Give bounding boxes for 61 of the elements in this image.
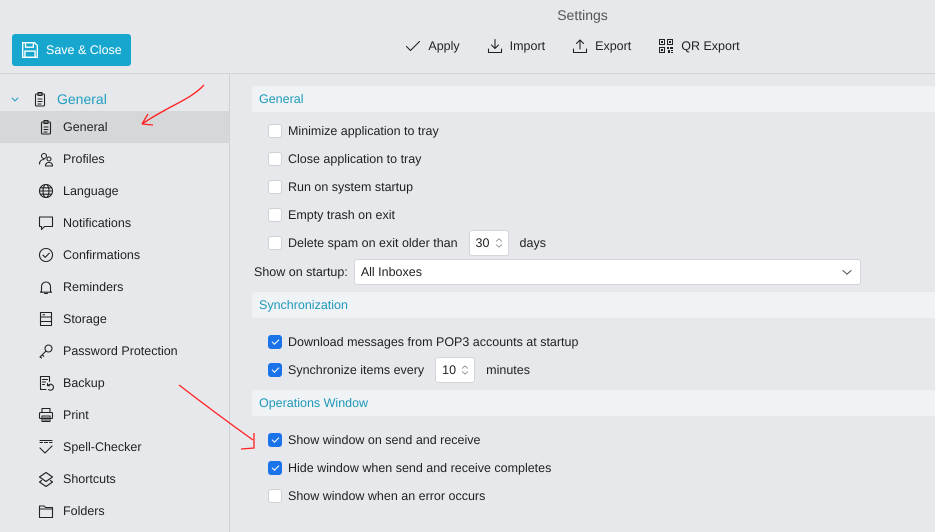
field-label: Show on startup: [254, 265, 348, 279]
unit-label: days [520, 236, 546, 250]
checkbox-label: Delete spam on exit older than [288, 236, 458, 250]
clipboard-icon [38, 119, 54, 135]
people-icon [38, 151, 54, 167]
toolbar-button[interactable]: Apply [405, 38, 460, 54]
sidebar-item[interactable]: Print [0, 399, 229, 431]
sidebar-item[interactable]: Spell-Checker [0, 431, 229, 463]
sidebar-item[interactable]: Language [0, 175, 229, 207]
dropdown[interactable]: All Inboxes [354, 259, 861, 285]
sidebar-item[interactable]: Password Protection [0, 335, 229, 367]
number-spinner[interactable]: 10 [435, 357, 476, 383]
clipboard-icon [32, 91, 48, 107]
checkbox-label: Close application to tray [288, 152, 422, 166]
checkbox-label: Run on system startup [288, 180, 414, 194]
toolbar-button[interactable]: Export [572, 38, 632, 54]
toolbar-button[interactable]: QR Export [658, 38, 740, 54]
checkbox-label: Download messages from POP3 accounts at startup [288, 335, 578, 349]
checkbox[interactable] [268, 335, 282, 349]
download-icon [486, 38, 503, 54]
qr-code-icon [658, 38, 674, 54]
key-icon [38, 343, 54, 359]
section-header: Operations Window [252, 390, 935, 416]
layers-icon [38, 471, 54, 487]
sidebar-item[interactable]: Shortcuts [0, 463, 229, 495]
checkmark-icon [405, 38, 422, 54]
storage-icon [38, 311, 54, 327]
sidebar-item[interactable]: Backup [0, 367, 229, 399]
number-spinner[interactable]: 30 [468, 230, 509, 256]
sidebar-item[interactable]: Profiles [0, 143, 229, 175]
sidebar-item[interactable]: Reminders [0, 271, 229, 303]
checkbox-label: Show window on send and receive [288, 433, 480, 447]
annotation-arrow [141, 84, 204, 126]
sidebar-item[interactable]: Notifications [0, 207, 229, 239]
section-header: General [252, 86, 935, 112]
checkbox-label: Show window when an error occurs [288, 489, 486, 503]
bell-icon [38, 279, 54, 295]
window-title: Settings [557, 7, 608, 23]
checkbox-label: Hide window when send and receive completes [288, 461, 552, 475]
save-icon [21, 41, 39, 59]
unit-label: minutes [486, 363, 530, 377]
speech-bubble-icon [38, 215, 54, 231]
checkbox-label: Minimize application to tray [288, 124, 439, 138]
sidebar-item[interactable]: Confirmations [0, 239, 229, 271]
checkbox-label: Synchronize items every [288, 363, 424, 377]
upload-icon [572, 38, 588, 54]
sidebar-item[interactable]: General [0, 111, 229, 143]
checkbox[interactable] [268, 433, 282, 447]
spell-check-icon [38, 439, 54, 455]
globe-icon [38, 183, 54, 199]
checkbox[interactable] [268, 461, 282, 475]
checkbox-label: Empty trash on exit [288, 208, 395, 222]
check-circle-icon [38, 247, 54, 263]
sidebar-item[interactable]: Folders [0, 495, 229, 527]
sidebar-item[interactable]: Storage [0, 303, 229, 335]
checkbox[interactable] [268, 363, 282, 377]
backup-icon [38, 375, 54, 391]
section-header: Synchronization [252, 292, 935, 318]
printer-icon [38, 407, 54, 423]
folder-icon [38, 503, 54, 519]
toolbar-button[interactable]: Import [486, 38, 546, 54]
